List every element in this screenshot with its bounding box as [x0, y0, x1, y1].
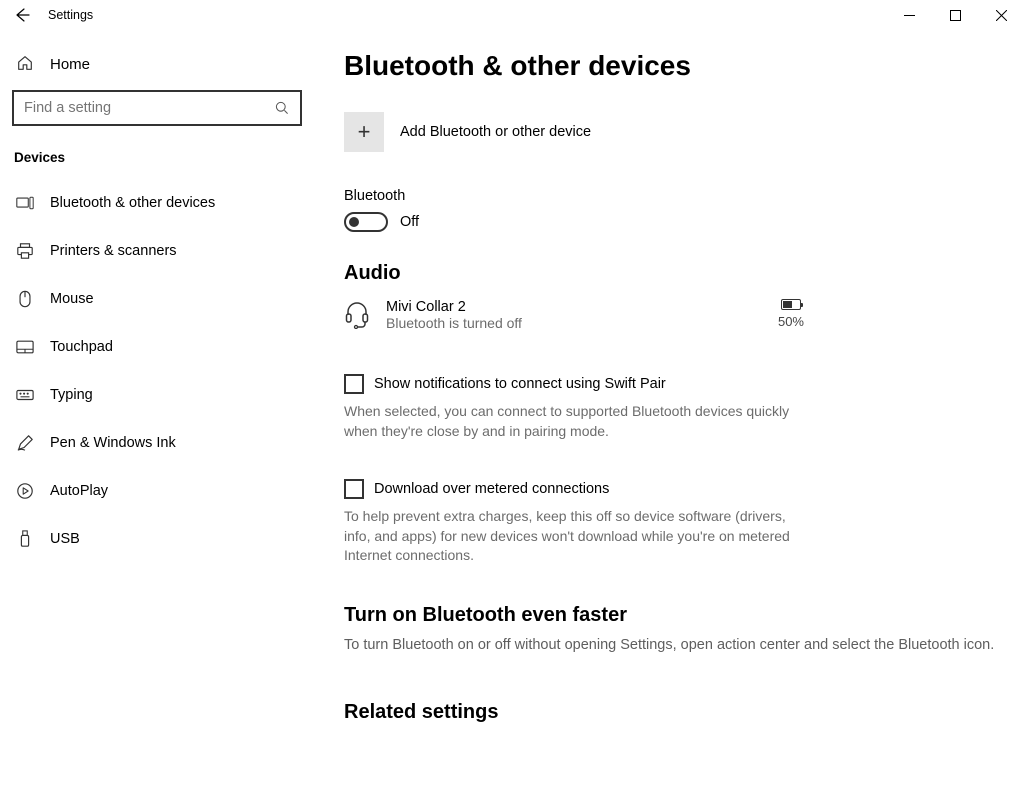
- search-box[interactable]: [12, 90, 302, 126]
- search-icon: [274, 100, 290, 116]
- sidebar-item-pen[interactable]: Pen & Windows Ink: [10, 419, 306, 467]
- main-content: Bluetooth & other devices + Add Bluetoot…: [316, 30, 1024, 800]
- plus-icon: +: [344, 112, 384, 152]
- audio-header: Audio: [344, 262, 996, 285]
- minimize-icon: [904, 10, 915, 21]
- sidebar-item-label: Touchpad: [50, 339, 113, 355]
- devices-icon: [16, 195, 34, 211]
- sidebar-item-label: Mouse: [50, 291, 94, 307]
- sidebar-item-autoplay[interactable]: AutoPlay: [10, 467, 306, 515]
- device-name: Mivi Collar 2: [386, 299, 778, 315]
- sidebar-item-label: Pen & Windows Ink: [50, 435, 176, 451]
- maximize-icon: [950, 10, 961, 21]
- close-icon: [996, 10, 1007, 21]
- faster-body: To turn Bluetooth on or off without open…: [344, 637, 996, 653]
- related-settings-header: Related settings: [344, 701, 996, 724]
- swift-pair-label: Show notifications to connect using Swif…: [374, 376, 666, 392]
- sidebar-item-typing[interactable]: Typing: [10, 371, 306, 419]
- device-battery: 50%: [778, 299, 804, 329]
- sidebar-item-usb[interactable]: USB: [10, 515, 306, 563]
- sidebar-section-label: Devices: [14, 150, 306, 165]
- search-input[interactable]: [24, 100, 274, 116]
- keyboard-icon: [16, 389, 34, 401]
- autoplay-icon: [16, 482, 34, 500]
- sidebar-item-label: AutoPlay: [50, 483, 108, 499]
- printer-icon: [16, 242, 34, 260]
- pen-icon: [16, 434, 34, 452]
- page-title: Bluetooth & other devices: [344, 50, 996, 82]
- sidebar-item-label: Bluetooth & other devices: [50, 195, 215, 211]
- window-controls: [886, 0, 1024, 30]
- sidebar-item-label: USB: [50, 531, 80, 547]
- battery-percent: 50%: [778, 314, 804, 329]
- device-status: Bluetooth is turned off: [386, 315, 778, 331]
- maximize-button[interactable]: [932, 0, 978, 30]
- metered-checkbox[interactable]: [344, 479, 364, 499]
- sidebar-item-printers[interactable]: Printers & scanners: [10, 227, 306, 275]
- sidebar-item-touchpad[interactable]: Touchpad: [10, 323, 306, 371]
- touchpad-icon: [16, 340, 34, 354]
- audio-device-row[interactable]: Mivi Collar 2 Bluetooth is turned off 50…: [344, 299, 804, 332]
- bluetooth-state: Off: [400, 214, 419, 230]
- sidebar-item-label: Printers & scanners: [50, 243, 177, 259]
- sidebar-home[interactable]: Home: [10, 40, 306, 88]
- titlebar: Settings: [0, 0, 1024, 30]
- swift-pair-checkbox[interactable]: [344, 374, 364, 394]
- usb-icon: [16, 530, 34, 548]
- bluetooth-label: Bluetooth: [344, 188, 996, 204]
- sidebar-item-mouse[interactable]: Mouse: [10, 275, 306, 323]
- sidebar-home-label: Home: [50, 56, 90, 73]
- back-button[interactable]: [0, 0, 44, 30]
- home-icon: [16, 54, 34, 75]
- add-device-button[interactable]: + Add Bluetooth or other device: [344, 112, 996, 152]
- swift-pair-desc: When selected, you can connect to suppor…: [344, 402, 794, 441]
- bluetooth-toggle[interactable]: [344, 212, 388, 232]
- sidebar-item-bluetooth[interactable]: Bluetooth & other devices: [10, 179, 306, 227]
- sidebar-item-label: Typing: [50, 387, 93, 403]
- back-arrow-icon: [14, 7, 30, 23]
- metered-label: Download over metered connections: [374, 481, 609, 497]
- add-device-label: Add Bluetooth or other device: [400, 124, 591, 140]
- minimize-button[interactable]: [886, 0, 932, 30]
- close-button[interactable]: [978, 0, 1024, 30]
- sidebar: Home Devices Bluetooth & other devices P…: [0, 30, 316, 800]
- faster-title: Turn on Bluetooth even faster: [344, 604, 996, 627]
- mouse-icon: [16, 290, 34, 308]
- metered-desc: To help prevent extra charges, keep this…: [344, 507, 794, 566]
- window-title: Settings: [48, 8, 93, 22]
- headset-icon: [344, 301, 370, 332]
- battery-icon: [781, 299, 801, 310]
